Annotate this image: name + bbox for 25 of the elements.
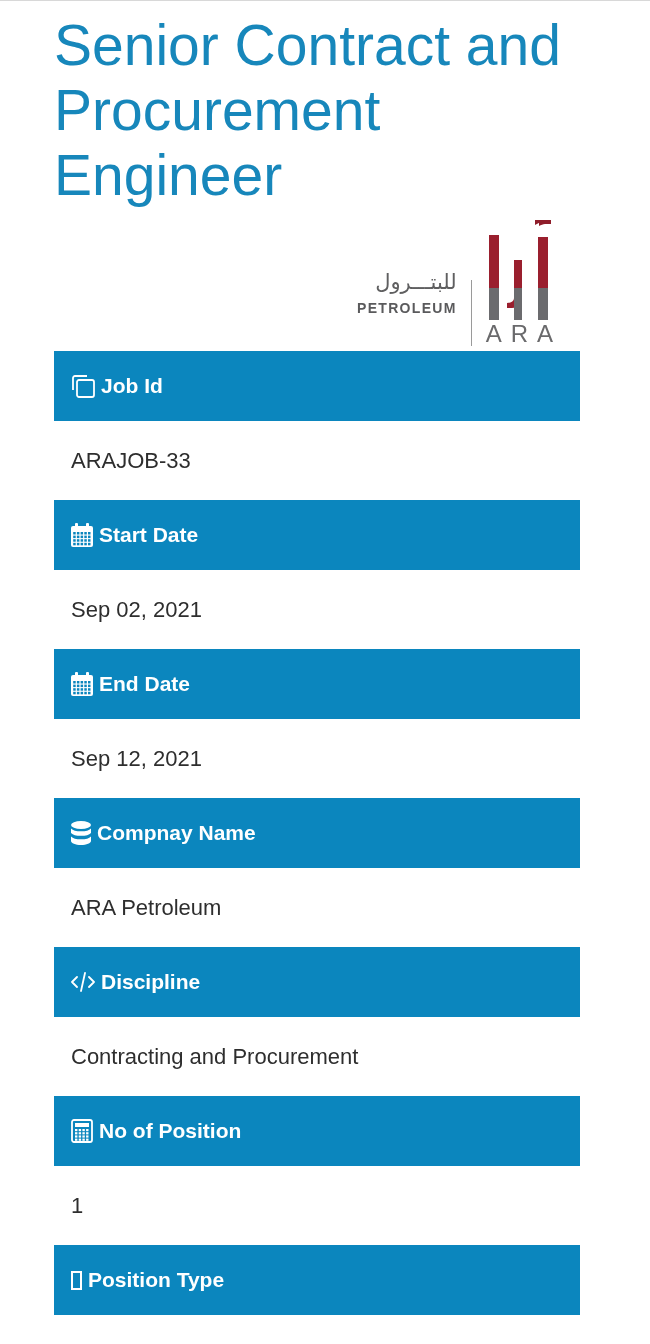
calculator-icon <box>71 1119 93 1143</box>
section-value: ARAJOB-33 <box>71 447 191 474</box>
rectangle-icon <box>71 1270 82 1290</box>
section-value: Contracting and Procurement <box>71 1043 359 1070</box>
database-icon <box>71 821 91 845</box>
section-value: ARA Petroleum <box>71 894 222 921</box>
section-label: Discipline <box>101 970 201 994</box>
section-label: End Date <box>99 672 190 696</box>
section-value: 1 <box>71 1192 84 1219</box>
logo-arabic-text: للبتـــرول <box>375 269 457 296</box>
section-label: Start Date <box>99 523 199 547</box>
calendar-icon <box>71 672 93 696</box>
section-label: No of Position <box>99 1119 242 1143</box>
logo-wordmark: PETROLEUM <box>357 300 457 316</box>
section-value: Sep 02, 2021 <box>71 596 202 623</box>
logo-bars-icon <box>486 220 553 320</box>
calendar-icon <box>71 523 93 547</box>
page-title: Senior Contract and Procurement Engineer <box>54 13 562 208</box>
section-label: Position Type <box>88 1268 225 1292</box>
section-label: Job Id <box>101 374 163 398</box>
copy-icon <box>71 374 95 398</box>
section-label: Compnay Name <box>97 821 256 845</box>
section-value: Sep 12, 2021 <box>71 745 202 772</box>
logo-initials: ARA <box>485 320 562 348</box>
code-icon <box>71 972 95 992</box>
